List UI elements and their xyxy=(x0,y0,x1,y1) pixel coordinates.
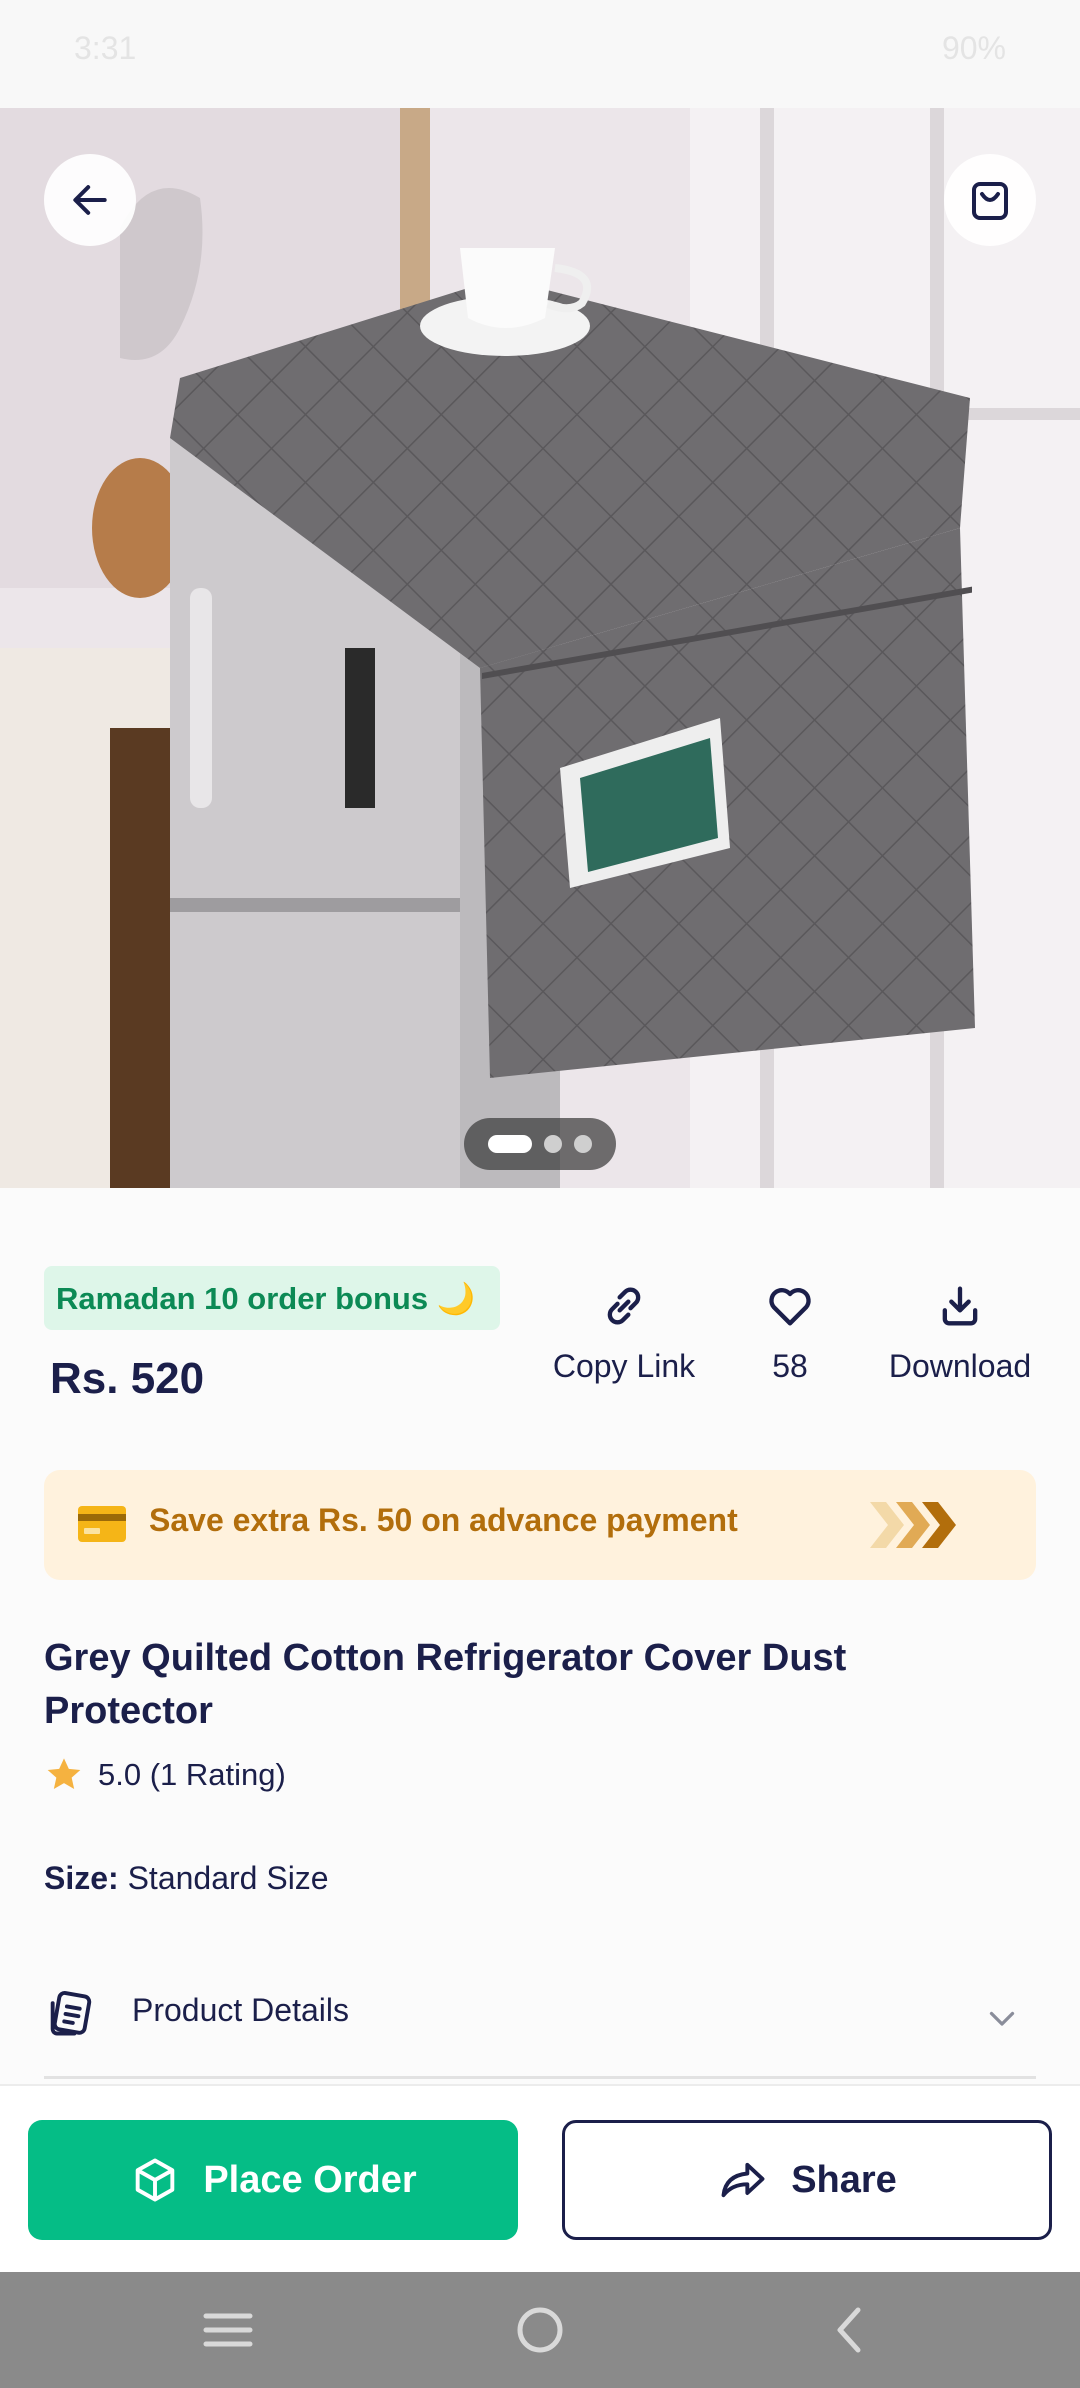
share-icon xyxy=(721,2162,765,2198)
product-details-label: Product Details xyxy=(132,1992,349,2028)
wishlist-count: 58 xyxy=(772,1348,808,1384)
carousel-dot-3[interactable] xyxy=(574,1135,592,1153)
size-label: Size: xyxy=(44,1860,119,1896)
product-price: Rs. 520 xyxy=(50,1354,205,1403)
link-icon xyxy=(607,1287,641,1325)
cart-button[interactable] xyxy=(944,154,1036,246)
size-row: Size: Standard Size xyxy=(44,1860,329,1897)
download-button[interactable]: Download xyxy=(880,1280,1040,1385)
back-nav-icon[interactable] xyxy=(818,2300,882,2360)
place-order-button[interactable]: Place Order xyxy=(28,2120,518,2240)
product-rating[interactable]: 5.0 (1 Rating) xyxy=(44,1755,286,1795)
carousel-dot-2[interactable] xyxy=(544,1135,562,1153)
product-title: Grey Quilted Cotton Refrigerator Cover D… xyxy=(44,1637,847,1732)
box-icon xyxy=(136,2158,175,2202)
chevrons-right-icon xyxy=(870,1502,956,1548)
download-icon xyxy=(942,1286,978,1326)
size-value: Standard Size xyxy=(127,1860,329,1896)
status-bar: 3:31 90% xyxy=(0,0,1080,108)
wishlist-button[interactable]: 58 xyxy=(740,1280,840,1385)
arrow-left-icon xyxy=(73,185,107,215)
carousel-dot-1[interactable] xyxy=(488,1135,532,1153)
share-label: Share xyxy=(791,2158,897,2201)
divider xyxy=(44,2076,1036,2079)
advance-payment-banner[interactable]: Save extra Rs. 50 on advance payment xyxy=(44,1470,1036,1580)
status-battery: 90% xyxy=(941,30,1006,66)
rating-text: 5.0 (1 Rating) xyxy=(98,1757,286,1792)
bonus-badge: Ramadan 10 order bonus 🌙 xyxy=(44,1266,500,1330)
system-navigation-bar xyxy=(0,2272,1080,2388)
place-order-label: Place Order xyxy=(203,2158,417,2201)
back-button[interactable] xyxy=(44,154,136,246)
promo-text: Save extra Rs. 50 on advance payment xyxy=(149,1502,738,1538)
details-cards-icon xyxy=(50,1991,92,2036)
menu-icon[interactable] xyxy=(196,2300,260,2360)
card-icon xyxy=(78,1506,126,1542)
carousel-indicator[interactable] xyxy=(464,1118,616,1170)
product-photo xyxy=(0,108,1080,1188)
status-time: 3:31 xyxy=(74,30,137,66)
chevron-down-icon xyxy=(989,2011,1015,2026)
shopping-bag-icon xyxy=(972,182,1008,220)
product-details-accordion[interactable]: Product Details xyxy=(44,1978,1036,2078)
share-button[interactable]: Share xyxy=(562,2120,1052,2240)
copy-link-button[interactable]: Copy Link xyxy=(552,1280,696,1385)
copy-link-label: Copy Link xyxy=(552,1348,696,1384)
home-icon[interactable] xyxy=(508,2300,572,2360)
product-image[interactable] xyxy=(0,108,1080,1188)
star-icon xyxy=(47,1758,81,1789)
heart-icon xyxy=(769,1288,811,1326)
download-label: Download xyxy=(888,1348,1032,1384)
